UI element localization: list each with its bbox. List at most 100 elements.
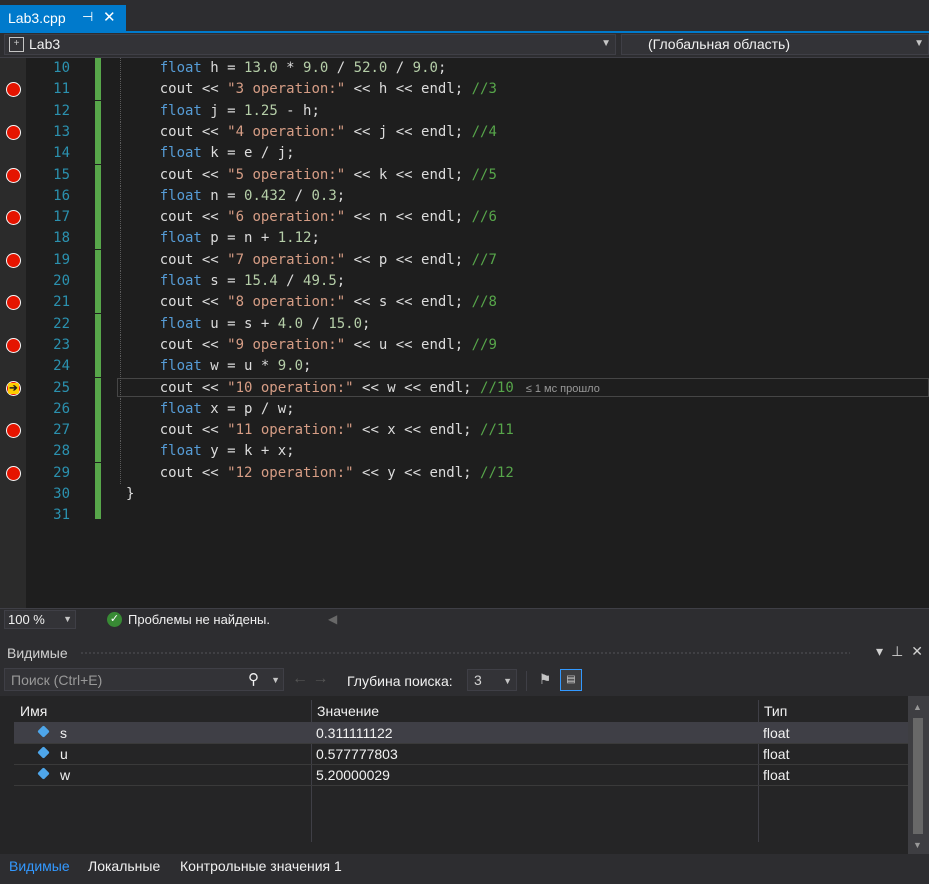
pane-splitter[interactable]: [0, 630, 929, 640]
breakpoint-icon[interactable]: [6, 167, 21, 183]
code-line[interactable]: 17 cout << "6 operation:" << n << endl; …: [0, 207, 929, 229]
code-line[interactable]: 27 cout << "11 operation:" << x << endl;…: [0, 420, 929, 442]
code-line[interactable]: 12 float j = 1.25 - h;: [0, 100, 929, 122]
breakpoint-icon[interactable]: [6, 423, 21, 439]
tab-locals[interactable]: Локальные: [88, 858, 160, 874]
code-text[interactable]: float u = s + 4.0 / 15.0;: [126, 316, 371, 332]
vertical-scrollbar[interactable]: ▲ ▼: [908, 696, 929, 854]
code-line[interactable]: 10 float h = 13.0 * 9.0 / 52.0 / 9.0;: [0, 58, 929, 79]
scroll-up-icon[interactable]: ▲: [913, 702, 922, 712]
code-text[interactable]: float k = e / j;: [126, 145, 295, 161]
watch-row[interactable]: u 0.577777803 float: [14, 744, 908, 765]
code-text[interactable]: float n = 0.432 / 0.3;: [126, 188, 346, 204]
dropdown-icon[interactable]: ▾: [876, 643, 883, 659]
line-number: 18: [53, 230, 70, 247]
code-line[interactable]: 26 float x = p / w;: [0, 398, 929, 420]
search-input[interactable]: Поиск (Ctrl+E) ⚲ ▼: [4, 668, 284, 691]
code-text[interactable]: }: [126, 486, 134, 502]
code-text[interactable]: cout << "9 operation:" << u << endl; //9: [126, 337, 497, 353]
code-line[interactable]: 30}: [0, 484, 929, 505]
code-line[interactable]: 20 float s = 15.4 / 49.5;: [0, 271, 929, 292]
breakpoint-icon[interactable]: [6, 337, 21, 353]
code-text[interactable]: float x = p / w;: [126, 401, 295, 417]
project-dropdown[interactable]: + Lab3 ▼: [4, 34, 616, 55]
code-line[interactable]: 28 float y = k + x;: [0, 441, 929, 463]
column-name-header[interactable]: Имя: [20, 703, 47, 719]
scroll-thumb[interactable]: [913, 718, 923, 834]
breakpoint-icon[interactable]: [6, 252, 21, 268]
variable-value[interactable]: 5.20000029: [316, 767, 390, 783]
tab-watch-1[interactable]: Контрольные значения 1: [180, 858, 342, 874]
search-depth-value: 3: [474, 672, 482, 688]
close-icon[interactable]: ✕: [103, 8, 116, 26]
tab-lab3-cpp[interactable]: Lab3.cpp ⊣ ✕: [0, 5, 126, 33]
line-number: 21: [53, 294, 70, 311]
code-line[interactable]: 11 cout << "3 operation:" << h << endl; …: [0, 79, 929, 101]
code-text[interactable]: float h = 13.0 * 9.0 / 52.0 / 9.0;: [126, 60, 447, 76]
scope-dropdown[interactable]: (Глобальная область) ▼: [621, 34, 929, 55]
watch-row[interactable]: s 0.311111122 float: [14, 723, 908, 744]
variable-value[interactable]: 0.577777803: [316, 746, 398, 762]
scroll-down-icon[interactable]: ▼: [913, 840, 922, 850]
code-line[interactable]: 13 cout << "4 operation:" << j << endl; …: [0, 121, 929, 143]
code-text[interactable]: cout << "12 operation:" << y << endl; //…: [126, 465, 514, 481]
code-text[interactable]: cout << "5 operation:" << k << endl; //5: [126, 167, 497, 183]
code-editor[interactable]: 10 float h = 13.0 * 9.0 / 52.0 / 9.0; 11 …: [0, 58, 929, 608]
code-text[interactable]: cout << "8 operation:" << s << endl; //8: [126, 294, 497, 310]
code-line[interactable]: 19 cout << "7 operation:" << p << endl; …: [0, 249, 929, 271]
code-text[interactable]: cout << "3 operation:" << h << endl; //3: [126, 81, 497, 97]
change-indicator: [95, 313, 101, 335]
code-line[interactable]: 24 float w = u * 9.0;: [0, 356, 929, 378]
zoom-dropdown[interactable]: 100 % ▼: [4, 610, 76, 629]
breakpoint-icon[interactable]: [6, 210, 21, 226]
breakpoint-icon[interactable]: [6, 82, 21, 98]
code-text[interactable]: float w = u * 9.0;: [126, 358, 312, 374]
search-back-forward-icons[interactable]: ← →: [292, 670, 328, 688]
pin-icon[interactable]: ⊣: [82, 9, 93, 25]
variable-value[interactable]: 0.311111122: [316, 725, 393, 741]
code-text[interactable]: cout << "6 operation:" << n << endl; //6: [126, 209, 497, 225]
view-hex-toggle-icon[interactable]: ▤: [560, 669, 582, 691]
chevron-down-icon[interactable]: ▼: [271, 675, 280, 685]
watch-row[interactable]: w 5.20000029 float: [14, 765, 908, 786]
code-text[interactable]: cout << "4 operation:" << j << endl; //4: [126, 124, 497, 140]
code-line[interactable]: 16 float n = 0.432 / 0.3;: [0, 185, 929, 207]
code-text[interactable]: cout << "10 operation:" << w << endl; //…: [126, 380, 600, 396]
navigation-bar: + Lab3 ▼ (Глобальная область) ▼: [0, 33, 929, 58]
search-depth-label: Глубина поиска:: [347, 673, 453, 689]
resize-grip-icon[interactable]: ◀: [328, 612, 337, 626]
filter-pin-icon[interactable]: ⚑: [535, 671, 555, 691]
code-line[interactable]: 21 cout << "8 operation:" << s << endl; …: [0, 292, 929, 314]
code-line[interactable]: 31: [0, 505, 929, 526]
tab-autos[interactable]: Видимые: [9, 858, 70, 874]
code-line[interactable]: 29 cout << "12 operation:" << y << endl;…: [0, 462, 929, 484]
code-line[interactable]: 14 float k = e / j;: [0, 143, 929, 165]
project-label: Lab3: [29, 36, 61, 52]
code-text[interactable]: cout << "11 operation:" << x << endl; //…: [126, 422, 514, 438]
issues-message[interactable]: Проблемы не найдены.: [128, 612, 270, 627]
column-type-header[interactable]: Тип: [764, 703, 787, 719]
code-line[interactable]: 15 cout << "5 operation:" << k << endl; …: [0, 164, 929, 186]
indent-guide: [120, 79, 121, 101]
pin-icon[interactable]: ⊥: [891, 643, 903, 659]
current-statement-breakpoint-icon[interactable]: ➔: [6, 380, 21, 396]
breakpoint-icon[interactable]: [6, 124, 21, 140]
code-line[interactable]: 18 float p = n + 1.12;: [0, 228, 929, 250]
close-icon[interactable]: ✕: [911, 643, 923, 659]
code-text[interactable]: cout << "7 operation:" << p << endl; //7: [126, 252, 497, 268]
autos-title: Видимые: [7, 645, 68, 661]
line-number: 10: [53, 60, 70, 76]
code-line[interactable]: ➔ 25 cout << "10 operation:" << w << endl…: [0, 377, 929, 399]
code-text[interactable]: float p = n + 1.12;: [126, 230, 320, 246]
code-text[interactable]: float s = 15.4 / 49.5;: [126, 273, 345, 289]
search-depth-dropdown[interactable]: 3 ▼: [467, 669, 517, 691]
code-text[interactable]: float y = k + x;: [126, 443, 295, 459]
code-line[interactable]: 22 float u = s + 4.0 / 15.0;: [0, 313, 929, 335]
code-text[interactable]: float j = 1.25 - h;: [126, 103, 320, 119]
search-icon[interactable]: ⚲: [248, 670, 259, 688]
breakpoint-icon[interactable]: [6, 465, 21, 481]
breakpoint-icon[interactable]: [6, 295, 21, 311]
code-line[interactable]: 23 cout << "9 operation:" << u << endl; …: [0, 334, 929, 356]
indent-guide: [120, 185, 121, 207]
column-value-header[interactable]: Значение: [317, 703, 379, 719]
